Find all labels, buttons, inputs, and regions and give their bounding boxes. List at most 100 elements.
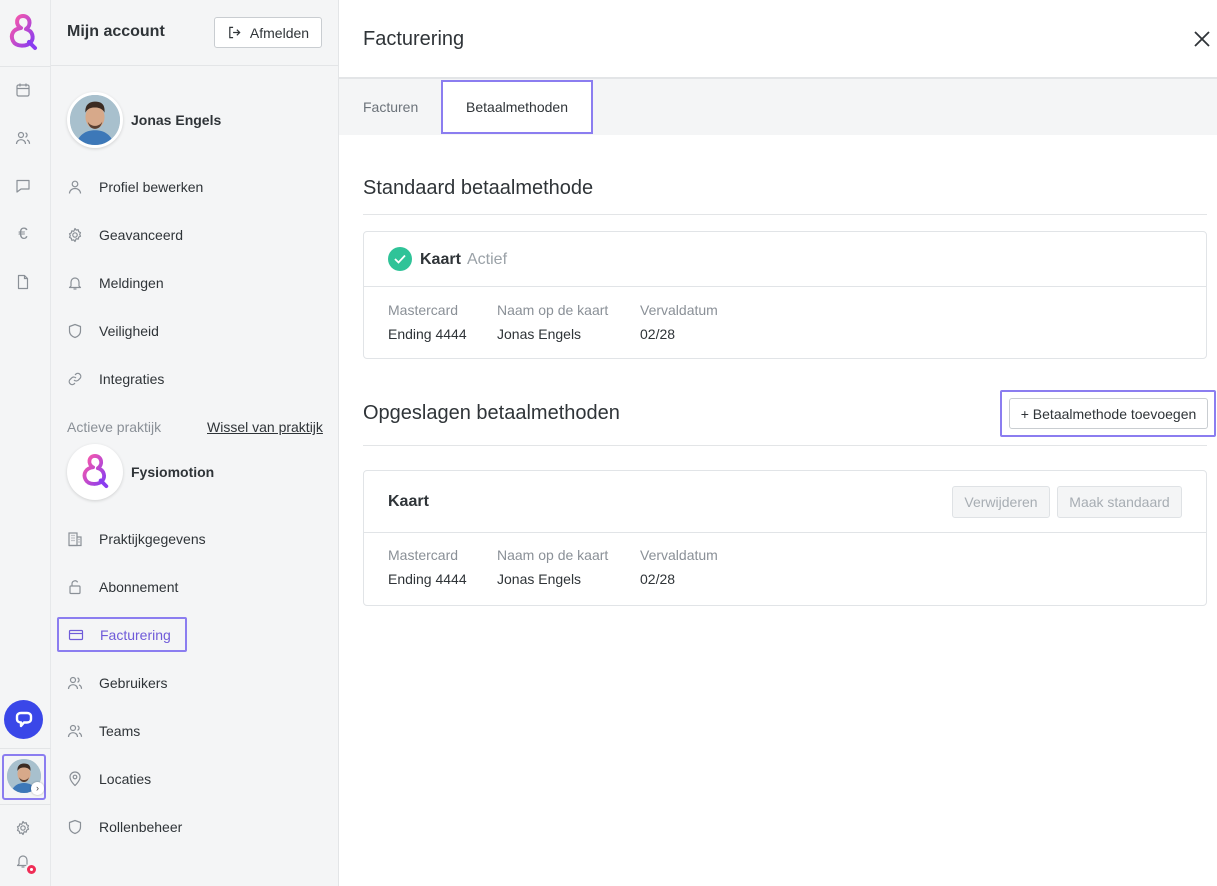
tab-betaalmethoden[interactable]: Betaalmethoden <box>441 80 593 134</box>
remove-button[interactable]: Verwijderen <box>952 486 1050 518</box>
account-sidebar: Mijn account Afmelden Jonas Engels Profi… <box>51 0 339 886</box>
sidebar-item-label: Rollenbeheer <box>99 819 183 835</box>
logout-icon <box>229 26 241 39</box>
saved-payment-card: Kaart Verwijderen Maak standaard Masterc… <box>363 470 1207 606</box>
sidebar-title: Mijn account <box>67 23 165 40</box>
support-chat-button[interactable] <box>4 700 43 739</box>
add-payment-method-highlight: + Betaalmethode toevoegen <box>1000 390 1216 437</box>
card-details: Mastercard Ending 4444 Naam op de kaart … <box>364 287 1206 357</box>
practice-profile: Fysiomotion <box>67 444 214 500</box>
lock-icon <box>67 579 83 595</box>
avatar <box>67 92 123 148</box>
user-icon <box>67 179 83 195</box>
sidebar-item-label: Geavanceerd <box>99 227 184 243</box>
billing-panel: Facturering Facturen Betaalmethoden Stan… <box>339 0 1217 886</box>
logout-button[interactable]: Afmelden <box>214 17 322 48</box>
rail-divider <box>0 748 51 749</box>
users-icon[interactable] <box>14 129 32 147</box>
sidebar-item-profiel-bewerken[interactable]: Profiel bewerken <box>67 172 203 202</box>
panel-header: Facturering <box>339 0 1217 79</box>
close-icon[interactable] <box>1193 30 1211 48</box>
brand-label: Mastercard <box>388 547 459 563</box>
saved-methods-title: Opgeslagen betaalmethoden <box>363 402 620 424</box>
sidebar-item-integraties[interactable]: Integraties <box>67 364 164 394</box>
sidebar-item-label: Abonnement <box>99 579 179 595</box>
sidebar-item-label: Gebruikers <box>99 675 168 691</box>
rail-divider <box>0 66 51 67</box>
status-badge: Actief <box>467 251 508 268</box>
practice-name: Fysiomotion <box>131 464 215 480</box>
sidebar-item-veiligheid[interactable]: Veiligheid <box>67 316 159 346</box>
notification-badge <box>25 863 38 876</box>
settings-icon[interactable] <box>14 819 32 837</box>
brand-label: Mastercard <box>388 302 459 318</box>
rail-account-button[interactable]: › <box>2 754 46 800</box>
sidebar-item-meldingen[interactable]: Meldingen <box>67 268 164 298</box>
document-icon[interactable] <box>14 273 32 291</box>
card-type: Kaart <box>420 251 461 268</box>
expiry-value: 02/28 <box>640 326 676 342</box>
calendar-icon[interactable] <box>14 81 32 99</box>
card-name-value: Jonas Engels <box>497 326 582 342</box>
logout-label: Afmelden <box>249 24 310 41</box>
link-icon <box>67 371 83 387</box>
card-header: Kaart Actief <box>364 232 1206 287</box>
tab-facturen[interactable]: Facturen <box>363 79 418 135</box>
card-name-label: Naam op de kaart <box>497 302 609 318</box>
rail-divider <box>0 804 51 805</box>
sidebar-item-label: Teams <box>99 723 141 739</box>
icon-rail: € › <box>0 0 51 886</box>
card-header: Kaart Verwijderen Maak standaard <box>364 471 1206 533</box>
team-icon <box>67 723 83 739</box>
sidebar-header: Mijn account Afmelden <box>51 0 338 66</box>
default-payment-card: Kaart Actief Mastercard Ending 4444 Naam… <box>363 231 1207 359</box>
expiry-label: Vervaldatum <box>640 302 718 318</box>
user-profile: Jonas Engels <box>67 92 221 148</box>
app-logo[interactable] <box>5 13 41 53</box>
expiry-value: 02/28 <box>640 571 676 587</box>
brand-value: Ending 4444 <box>388 326 467 342</box>
card-details: Mastercard Ending 4444 Naam op de kaart … <box>364 533 1206 603</box>
sidebar-item-label: Locaties <box>99 771 152 787</box>
sidebar-item-locaties[interactable]: Locaties <box>67 764 151 794</box>
page-title: Facturering <box>363 28 465 50</box>
sidebar-item-label: Praktijkgegevens <box>99 531 206 547</box>
divider <box>363 214 1207 215</box>
sidebar-item-label: Profiel bewerken <box>99 179 204 195</box>
sidebar-item-label: Meldingen <box>99 275 164 291</box>
sidebar-item-praktijkgegevens[interactable]: Praktijkgegevens <box>67 524 206 554</box>
euro-icon[interactable]: € <box>14 225 32 243</box>
gear-icon <box>67 227 83 243</box>
expiry-label: Vervaldatum <box>640 547 718 563</box>
location-icon <box>67 771 83 787</box>
card-type: Kaart <box>388 493 429 510</box>
tab-bar: Facturen Betaalmethoden <box>339 79 1217 135</box>
switch-practice-link[interactable]: Wissel van praktijk <box>207 419 323 435</box>
bell-icon <box>67 275 83 291</box>
make-default-button[interactable]: Maak standaard <box>1057 486 1182 518</box>
check-circle-icon <box>388 247 412 271</box>
building-icon <box>67 531 83 547</box>
brand-value: Ending 4444 <box>388 571 467 587</box>
sidebar-item-rollenbeheer[interactable]: Rollenbeheer <box>67 812 182 842</box>
shield-icon <box>67 323 83 339</box>
euro-symbol: € <box>18 224 28 243</box>
card-name-label: Naam op de kaart <box>497 547 609 563</box>
divider <box>363 445 1207 446</box>
practice-label: Actieve praktijk <box>67 419 162 435</box>
sidebar-item-facturering[interactable]: Facturering <box>57 617 187 652</box>
practice-logo <box>67 444 123 500</box>
chat-icon[interactable] <box>14 177 32 195</box>
sidebar-item-label: Veiligheid <box>99 323 159 339</box>
shield-icon <box>67 819 83 835</box>
sidebar-item-geavanceerd[interactable]: Geavanceerd <box>67 220 183 250</box>
sidebar-item-label: Facturering <box>100 626 171 643</box>
default-method-title: Standaard betaalmethode <box>363 177 594 199</box>
sidebar-item-teams[interactable]: Teams <box>67 716 140 746</box>
user-name: Jonas Engels <box>131 112 222 128</box>
add-payment-method-button[interactable]: + Betaalmethode toevoegen <box>1009 398 1208 429</box>
sidebar-item-gebruikers[interactable]: Gebruikers <box>67 668 167 698</box>
credit-card-icon <box>68 627 84 643</box>
users-icon <box>67 675 83 691</box>
sidebar-item-abonnement[interactable]: Abonnement <box>67 572 178 602</box>
